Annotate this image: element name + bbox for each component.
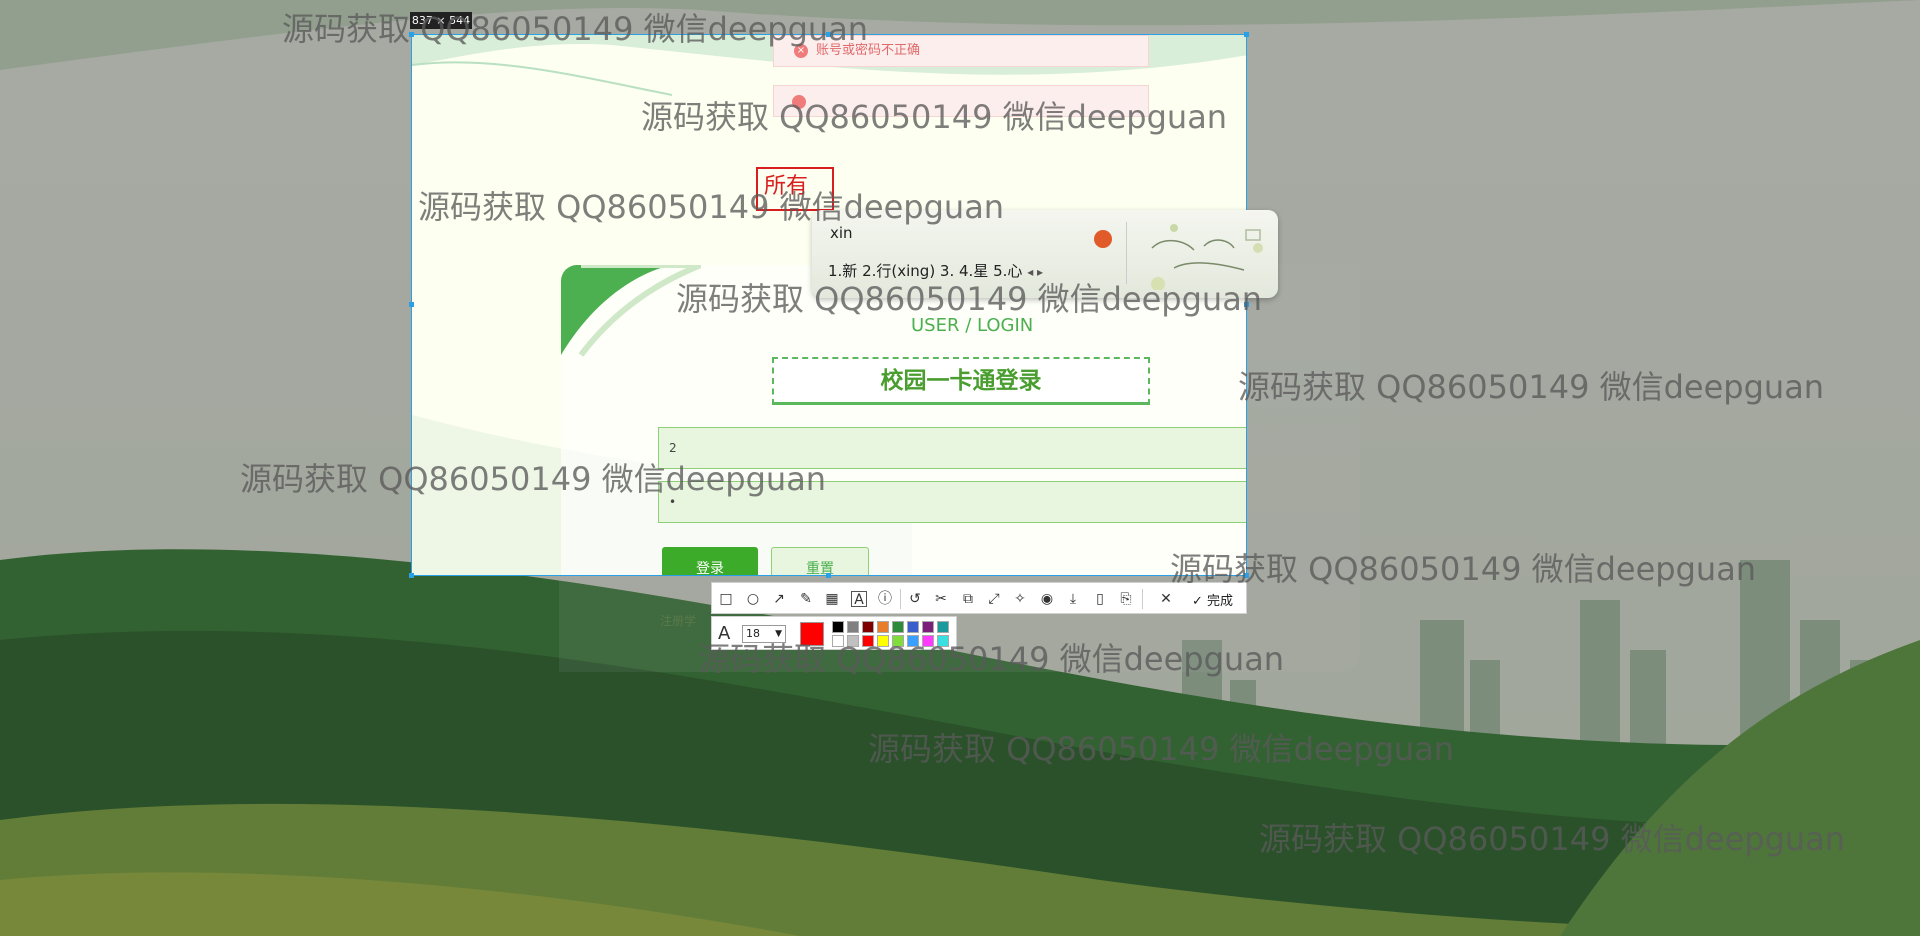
copy-icon[interactable]: ⧉ (960, 591, 976, 607)
close-icon[interactable]: ✕ (1158, 591, 1174, 607)
undo-icon[interactable]: ↺ (907, 591, 923, 607)
number-icon[interactable]: ⓘ (877, 591, 893, 607)
watermark-text: 源码获取 QQ86050149 微信deepguan (240, 460, 827, 498)
bookmark-icon[interactable]: ⎘ (1118, 591, 1134, 607)
color-swatch[interactable] (862, 621, 874, 633)
reset-button[interactable]: 重置 (771, 547, 869, 575)
register-link[interactable]: 注册学 (660, 612, 696, 629)
watermark-text: 源码获取 QQ86050149 微信deepguan (641, 98, 1228, 136)
ellipse-icon[interactable]: ○ (745, 591, 761, 607)
watermark-text: 源码获取 QQ86050149 微信deepguan (418, 188, 1005, 226)
download-icon[interactable]: ⤓ (1065, 591, 1081, 607)
phone-icon[interactable]: ▯ (1092, 591, 1108, 607)
resize-handle-tr[interactable] (1244, 32, 1249, 37)
arrow-icon[interactable]: ↗ (771, 591, 787, 607)
done-button[interactable]: ✓ 完成 (1192, 590, 1233, 609)
ime-logo-icon[interactable] (1094, 230, 1112, 248)
color-swatch[interactable] (907, 621, 919, 633)
color-swatch[interactable] (832, 621, 844, 633)
watermark-text: 源码获取 QQ86050149 微信deepguan (1170, 550, 1757, 588)
toolbar-divider (1142, 589, 1143, 609)
color-swatch[interactable] (877, 621, 889, 633)
mosaic-icon[interactable]: ▦ (824, 591, 840, 607)
resize-handle-bc[interactable] (826, 573, 831, 578)
text-icon[interactable]: A (851, 591, 867, 608)
watermark-text: 源码获取 QQ86050149 微信deepguan (676, 280, 1263, 318)
color-swatch[interactable] (937, 621, 949, 633)
color-swatch[interactable] (892, 621, 904, 633)
watermark-text: 源码获取 QQ86050149 微信deepguan (282, 10, 869, 48)
rectangle-icon[interactable]: □ (718, 591, 734, 607)
watermark-text: 源码获取 QQ86050149 微信deepguan (868, 730, 1455, 768)
color-swatch[interactable] (922, 621, 934, 633)
check-icon: ✓ (1192, 594, 1203, 609)
watermark-text: 源码获取 QQ86050149 微信deepguan (698, 640, 1285, 678)
login-button[interactable]: 登录 (662, 547, 758, 575)
watermark-text: 源码获取 QQ86050149 微信deepguan (1238, 368, 1825, 406)
record-icon[interactable]: ◉ (1039, 591, 1055, 607)
pen-icon[interactable]: ✎ (798, 591, 814, 607)
pin-icon[interactable]: ✧ (1012, 591, 1028, 607)
login-title: 校园一卡通登录 (772, 357, 1150, 405)
expand-icon[interactable]: ⤢ (986, 591, 1002, 607)
screenshot-toolbar: □ ○ ↗ ✎ ▦ A ⓘ ↺ ✂ ⧉ ⤢ ✧ ◉ ⤓ ▯ ⎘ ✕ ✓ 完成 (711, 582, 1247, 614)
done-label: 完成 (1207, 594, 1234, 609)
watermark-text: 源码获取 QQ86050149 微信deepguan (1259, 820, 1846, 858)
toolbar-divider (900, 589, 901, 609)
resize-handle-bl[interactable] (409, 573, 414, 578)
crop-icon[interactable]: ✂ (933, 591, 949, 607)
resize-handle-ml[interactable] (409, 302, 414, 307)
color-swatch[interactable] (847, 621, 859, 633)
